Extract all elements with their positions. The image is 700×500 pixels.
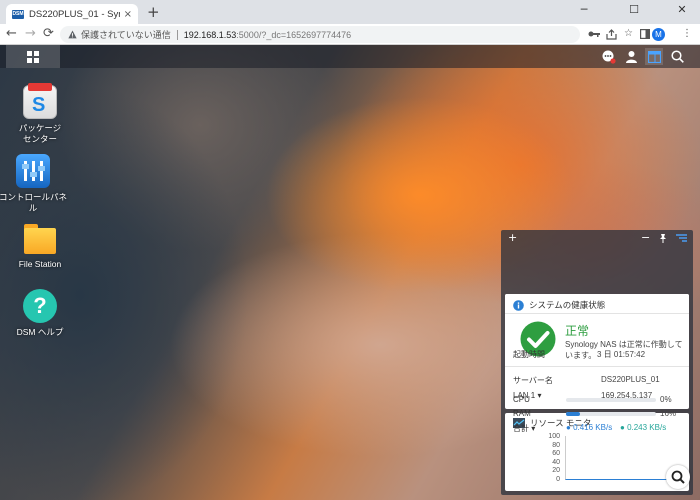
package-center-icon: S — [23, 83, 57, 119]
package-center-shortcut[interactable]: S パッケージ センター — [5, 83, 75, 145]
cpu-bar — [566, 398, 656, 402]
ram-percent: 16% — [660, 409, 677, 418]
address-bar[interactable]: 保護されていない通信 192.168.1.53:5000/?_dc=165269… — [60, 26, 580, 43]
widget-panel-header: + − — [501, 230, 693, 247]
system-health-title-text: システムの健康状態 — [529, 300, 606, 310]
y-tick-label: 100 — [548, 433, 560, 440]
upload-rate: ● 0.416 KB/s — [566, 423, 613, 432]
key-icon[interactable] — [588, 29, 600, 39]
file-station-shortcut[interactable]: File Station — [5, 221, 75, 270]
back-icon[interactable]: ← — [6, 26, 17, 42]
browser-menu-icon[interactable]: ⋮ — [682, 27, 692, 41]
dsm-taskbar — [0, 45, 700, 68]
y-tick-label: 20 — [552, 467, 560, 475]
ram-bar-fill — [566, 412, 581, 416]
insecure-label: 保護されていない通信 — [81, 30, 171, 40]
reload-icon[interactable]: ⟳ — [43, 26, 54, 42]
main-menu-button[interactable] — [6, 45, 60, 68]
notification-button[interactable] — [600, 48, 618, 65]
forward-icon[interactable]: → — [25, 26, 36, 42]
widget-settings-icon[interactable] — [676, 233, 687, 243]
side-panel-icon[interactable] — [640, 29, 650, 39]
divider — [505, 313, 689, 314]
y-tick-label: 80 — [552, 441, 560, 449]
download-rate: ● 0.243 KB/s — [620, 423, 667, 432]
window-close-button[interactable]: ✕ — [672, 2, 692, 18]
user-icon — [625, 51, 637, 63]
dsm-help-icon: ? — [23, 289, 57, 323]
server-name-value: DS220PLUS_01 — [601, 375, 660, 384]
y-tick-label: 40 — [552, 458, 560, 466]
dsm-help-shortcut[interactable]: ? DSM ヘルプ — [5, 289, 75, 338]
magnifier-icon — [671, 470, 685, 484]
chat-notification-icon — [602, 50, 616, 64]
add-widget-icon[interactable]: + — [508, 231, 517, 245]
url-host: 192.168.1.53 — [183, 29, 237, 40]
ram-bar — [566, 412, 656, 416]
uptime-label: 起動時間 — [513, 350, 545, 359]
search-icon — [670, 50, 684, 63]
browser-tab[interactable]: DSM DS220PLUS_01 - Synology NAS × — [6, 4, 138, 24]
y-tick-label: 0 — [556, 476, 560, 483]
control-panel-label: コントロールパネル — [0, 192, 67, 213]
widgets-button[interactable] — [645, 48, 663, 65]
minimize-widget-icon[interactable]: − — [641, 231, 650, 245]
user-menu-button[interactable] — [622, 48, 640, 65]
y-tick-label: 60 — [552, 450, 560, 458]
cpu-label: CPU — [513, 395, 530, 404]
url-path: :5000/?_dc=1652697774476 — [236, 29, 352, 40]
package-center-label: パッケージ センター — [18, 123, 62, 144]
health-status: 正常 — [565, 324, 590, 338]
server-name-label: サーバー名 — [513, 376, 553, 385]
file-station-label: File Station — [18, 259, 62, 269]
share-icon[interactable] — [606, 29, 617, 40]
download-rate-value: 0.243 KB/s — [627, 423, 667, 432]
widgets-icon — [647, 50, 661, 63]
warning-icon — [68, 30, 77, 39]
bookmark-star-icon[interactable]: ☆ — [624, 27, 633, 41]
window-minimize-button[interactable]: ─ — [574, 2, 594, 18]
help-search-button[interactable] — [666, 465, 690, 489]
uptime-value: 3 日 01:57:42 — [597, 350, 646, 359]
tab-title: DS220PLUS_01 - Synology NAS — [29, 8, 120, 20]
synology-favicon-icon: DSM — [12, 9, 24, 19]
pin-icon[interactable] — [658, 233, 668, 243]
omnibox-divider — [176, 29, 178, 40]
network-chart — [565, 436, 675, 480]
window-maximize-button[interactable]: ☐ — [624, 2, 644, 18]
grid-icon — [27, 50, 39, 63]
new-tab-button[interactable]: + — [147, 5, 160, 20]
browser-tab-strip: DSM DS220PLUS_01 - Synology NAS × + ─ ☐ … — [0, 0, 700, 24]
cpu-percent: 0% — [660, 395, 672, 404]
control-panel-shortcut[interactable]: コントロールパネル — [0, 154, 68, 214]
file-station-icon — [23, 221, 57, 255]
ram-label: RAM — [513, 409, 531, 418]
profile-avatar[interactable]: M — [652, 28, 665, 41]
tab-close-icon[interactable]: × — [124, 9, 132, 20]
upload-rate-value: 0.416 KB/s — [573, 423, 613, 432]
divider — [505, 366, 689, 367]
search-button[interactable] — [668, 48, 686, 65]
info-icon — [513, 299, 524, 311]
control-panel-icon — [16, 154, 50, 188]
dsm-help-label: DSM ヘルプ — [16, 327, 64, 337]
system-health-title: システムの健康状態 — [513, 299, 605, 311]
browser-toolbar: ← → ⟳ 保護されていない通信 192.168.1.53:5000/?_dc=… — [0, 24, 700, 45]
dsm-desktop: S パッケージ センター コントロールパネル File Station ? DS… — [0, 45, 700, 500]
